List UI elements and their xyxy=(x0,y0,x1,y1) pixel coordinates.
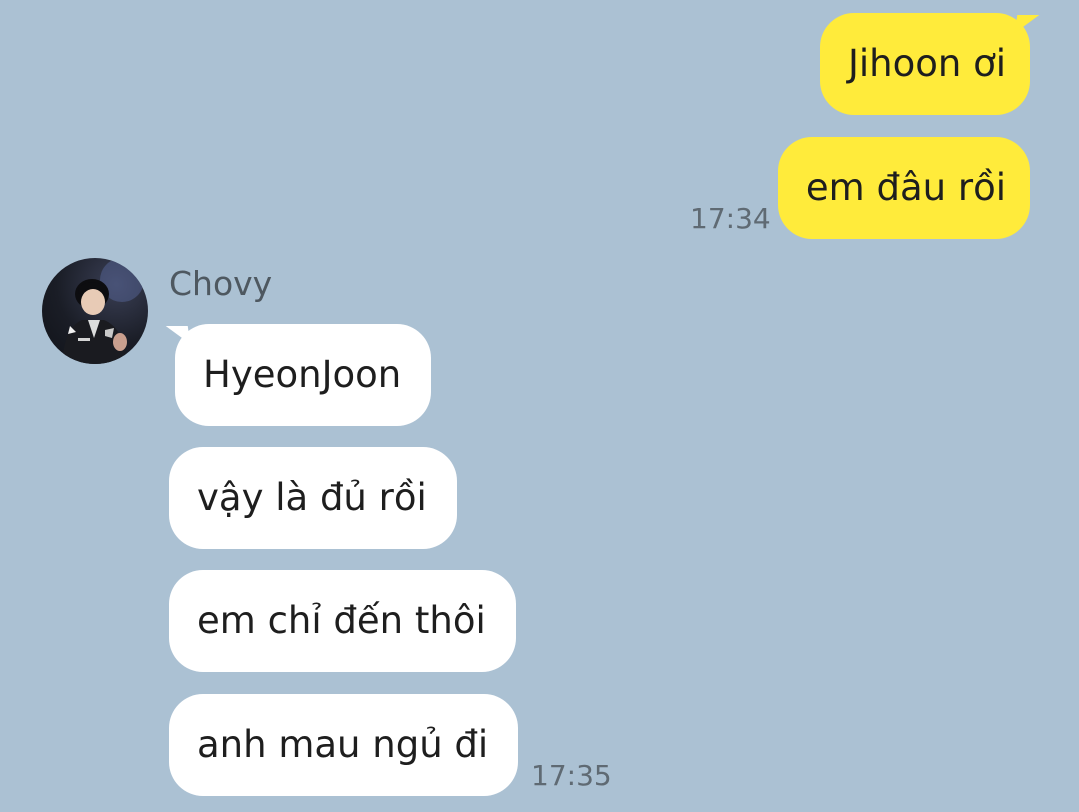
message-text: Jihoon ơi xyxy=(847,42,1006,85)
incoming-message-bubble[interactable]: vậy là đủ rồi xyxy=(169,447,457,549)
sender-avatar[interactable] xyxy=(42,258,148,364)
outgoing-message-bubble[interactable]: em đâu rồi xyxy=(777,137,1030,239)
message-timestamp: 17:35 xyxy=(531,759,612,792)
sender-name[interactable]: Chovy xyxy=(169,264,272,303)
incoming-message-bubble[interactable]: em chỉ đến thôi xyxy=(169,570,516,672)
message-timestamp: 17:34 xyxy=(690,202,771,235)
bubble-tail xyxy=(1014,15,1040,33)
message-text: HyeonJoon xyxy=(203,353,402,396)
incoming-message-bubble[interactable]: anh mau ngủ đi xyxy=(169,694,519,796)
message-text: vậy là đủ rồi xyxy=(197,476,427,519)
profile-photo-icon xyxy=(62,258,144,364)
incoming-message-bubble[interactable]: HyeonJoon xyxy=(165,324,432,426)
outgoing-message-bubble[interactable]: Jihoon ơi xyxy=(819,13,1040,115)
chat-thread: Jihoon ơi em đâu rồi 17:34 Chovy HyeonJo… xyxy=(0,0,1079,812)
message-text: anh mau ngủ đi xyxy=(197,723,489,766)
bubble-tail xyxy=(165,326,191,344)
message-text: em đâu rồi xyxy=(805,166,1006,209)
message-text: em chỉ đến thôi xyxy=(197,599,486,642)
